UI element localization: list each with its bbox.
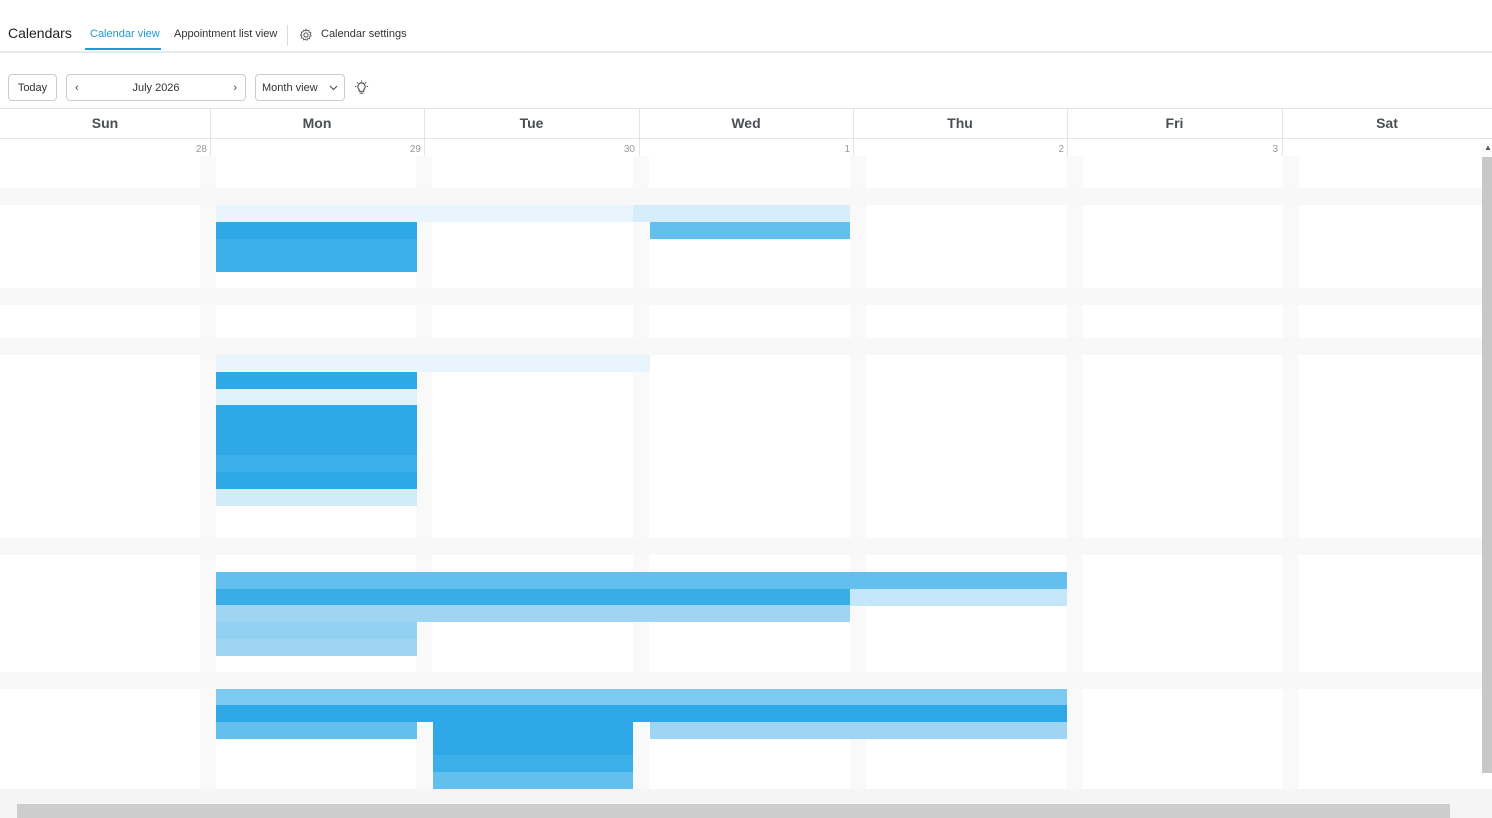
weekday-header: Sun Mon Tue Wed Thu Fri Sat — [0, 108, 1492, 139]
calendar-event[interactable] — [216, 572, 1067, 589]
week-row-divider — [0, 538, 1482, 555]
date-number[interactable]: 30 — [605, 144, 635, 155]
calendar-event[interactable] — [216, 372, 417, 389]
chevron-right-icon[interactable]: › — [233, 82, 237, 94]
column-divider — [1067, 108, 1068, 156]
calendar-event[interactable] — [216, 689, 1067, 706]
date-number[interactable]: 1 — [820, 144, 850, 155]
weekday-fri: Fri — [1165, 115, 1184, 131]
calendar-event[interactable] — [216, 389, 417, 406]
calendar-event[interactable] — [633, 205, 850, 222]
calendar-event[interactable] — [216, 622, 417, 639]
week-row-divider — [0, 188, 1482, 205]
week-row-divider — [0, 338, 1482, 355]
date-number[interactable]: 29 — [391, 144, 421, 155]
column-divider — [424, 108, 425, 156]
weekday-thu: Thu — [947, 115, 973, 131]
calendar-event[interactable] — [650, 722, 1067, 739]
view-selector-label: Month view — [262, 81, 318, 94]
week-row-divider — [0, 288, 1482, 305]
tab-calendar-settings[interactable]: Calendar settings — [321, 28, 407, 40]
lightbulb-icon[interactable] — [354, 80, 369, 95]
gear-icon[interactable] — [299, 28, 313, 42]
tab-calendar-view[interactable]: Calendar view — [90, 28, 160, 40]
calendar-event[interactable] — [433, 722, 633, 739]
column-divider — [853, 108, 854, 156]
scroll-up-arrow-icon[interactable]: ▲ — [1484, 143, 1492, 152]
weekday-tue: Tue — [519, 115, 544, 131]
calendar-event[interactable] — [216, 405, 417, 422]
calendar-event[interactable] — [216, 422, 417, 439]
tab-divider — [287, 25, 288, 46]
weekday-wed: Wed — [731, 115, 761, 131]
current-month-label[interactable]: July 2026 — [132, 82, 179, 94]
calendar-event[interactable] — [850, 589, 1067, 606]
chevron-left-icon[interactable]: ‹ — [75, 82, 79, 94]
grid-column-line — [200, 156, 216, 790]
month-navigator: ‹ July 2026 › — [66, 74, 246, 101]
calendar-event[interactable] — [216, 205, 633, 222]
vertical-scrollbar-thumb[interactable] — [1482, 157, 1492, 773]
calendar-event[interactable] — [216, 589, 850, 606]
grid-column-line — [1283, 156, 1299, 790]
date-number[interactable]: 28 — [177, 144, 207, 155]
column-divider — [639, 108, 640, 156]
top-navigation: Calendars Calendar view Appointment list… — [0, 0, 1492, 53]
calendar-event[interactable] — [216, 489, 417, 506]
calendar-event[interactable] — [216, 255, 417, 272]
calendar-event[interactable] — [216, 239, 417, 256]
today-button[interactable]: Today — [8, 74, 57, 101]
horizontal-scrollbar-thumb[interactable] — [17, 804, 1450, 818]
date-number[interactable]: 2 — [1034, 144, 1064, 155]
horizontal-scrollbar[interactable] — [0, 789, 1492, 818]
calendar-event[interactable] — [216, 639, 417, 656]
calendar-event[interactable] — [433, 772, 633, 789]
tab-appointment-list-view[interactable]: Appointment list view — [174, 28, 277, 40]
calendar-event[interactable] — [433, 755, 633, 772]
grid-column-line — [1067, 156, 1083, 790]
calendar-event[interactable] — [216, 439, 417, 456]
chevron-down-icon — [329, 85, 338, 90]
calendar-event[interactable] — [216, 705, 1067, 722]
weekday-sat: Sat — [1376, 115, 1398, 131]
calendar-event[interactable] — [216, 605, 850, 622]
column-divider — [1282, 108, 1283, 156]
active-tab-indicator — [85, 48, 161, 50]
calendar-event[interactable] — [650, 222, 850, 239]
view-selector[interactable]: Month view — [255, 74, 345, 101]
calendar-month-grid[interactable] — [0, 156, 1482, 790]
week-row-divider — [0, 672, 1482, 689]
calendar-event[interactable] — [216, 222, 417, 239]
calendar-event[interactable] — [433, 739, 633, 756]
page-title: Calendars — [8, 25, 72, 41]
vertical-scrollbar[interactable] — [1482, 143, 1492, 773]
calendar-event[interactable] — [216, 455, 417, 472]
calendar-event[interactable] — [216, 722, 417, 739]
weekday-mon: Mon — [302, 115, 332, 131]
calendar-event[interactable] — [216, 472, 417, 489]
column-divider — [210, 108, 211, 156]
calendar-event[interactable] — [216, 355, 650, 372]
date-number[interactable]: 3 — [1248, 144, 1278, 155]
weekday-sun: Sun — [91, 115, 119, 131]
